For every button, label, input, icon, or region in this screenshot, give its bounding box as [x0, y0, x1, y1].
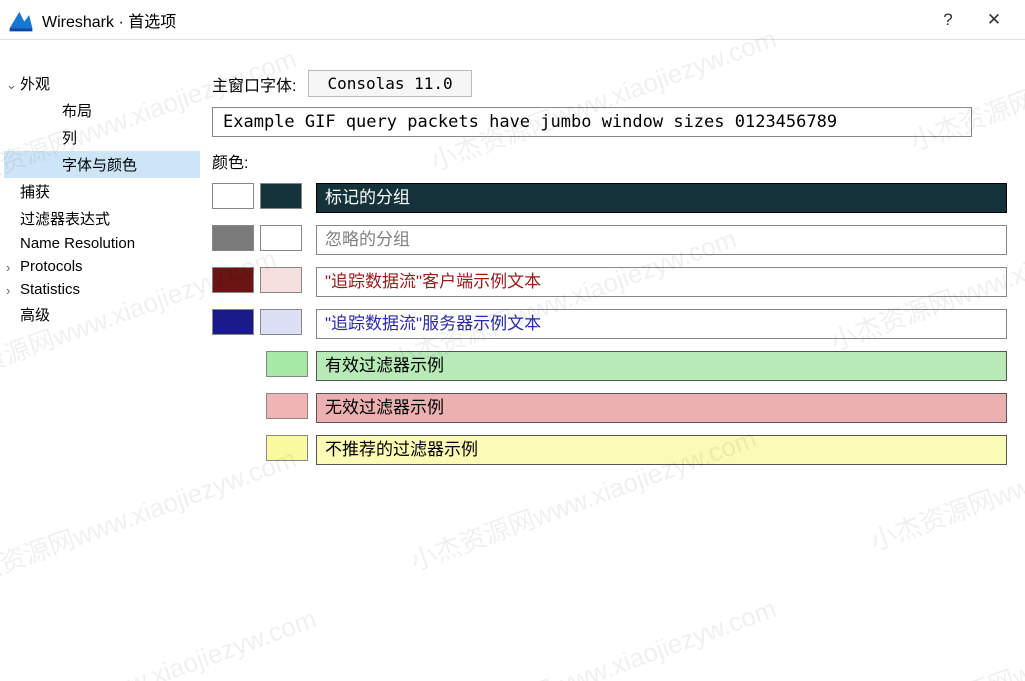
- filter-color-row: 不推荐的过滤器示例: [212, 435, 1007, 465]
- color-sample: 忽略的分组: [316, 225, 1007, 255]
- filter-sample: 无效过滤器示例: [316, 393, 1007, 423]
- titlebar: Wireshark · 首选项 ? ✕: [0, 0, 1025, 40]
- tree-item-布局[interactable]: 布局: [4, 97, 200, 124]
- color-row: "追踪数据流"服务器示例文本: [212, 309, 1007, 339]
- filter-swatch[interactable]: [266, 435, 308, 461]
- tree-item-label: Name Resolution: [20, 235, 135, 252]
- main-panel: 主窗口字体: Consolas 11.0 Example GIF query p…: [200, 70, 1025, 681]
- filter-swatch[interactable]: [266, 351, 308, 377]
- tree-item-statistics[interactable]: ›Statistics: [4, 278, 200, 301]
- tree-item-label: 字体与颜色: [62, 157, 137, 174]
- body: ⌄外观布局列字体与颜色捕获过滤器表达式Name Resolution›Proto…: [0, 40, 1025, 681]
- color-sample: "追踪数据流"客户端示例文本: [316, 267, 1007, 297]
- font-picker-button[interactable]: Consolas 11.0: [308, 70, 471, 97]
- tree-item-label: 列: [62, 130, 77, 147]
- tree-item-列[interactable]: 列: [4, 124, 200, 151]
- tree-item-label: Statistics: [20, 281, 80, 298]
- close-button[interactable]: ✕: [971, 10, 1017, 30]
- bg-swatch[interactable]: [260, 309, 302, 335]
- color-row: 标记的分组: [212, 183, 1007, 213]
- bg-swatch[interactable]: [260, 183, 302, 209]
- font-preview: Example GIF query packets have jumbo win…: [212, 107, 972, 137]
- expander-icon[interactable]: ›: [6, 283, 20, 298]
- window-title: Wireshark · 首选项: [42, 8, 925, 32]
- wireshark-icon: [8, 7, 34, 33]
- preferences-tree: ⌄外观布局列字体与颜色捕获过滤器表达式Name Resolution›Proto…: [4, 70, 200, 328]
- fg-swatch[interactable]: [212, 225, 254, 251]
- color-sample: 标记的分组: [316, 183, 1007, 213]
- fg-swatch[interactable]: [212, 183, 254, 209]
- filter-sample: 有效过滤器示例: [316, 351, 1007, 381]
- tree-item-label: 高级: [20, 307, 50, 324]
- font-row: 主窗口字体: Consolas 11.0: [212, 70, 1007, 97]
- fg-swatch[interactable]: [212, 267, 254, 293]
- fg-swatch[interactable]: [212, 309, 254, 335]
- expander-icon[interactable]: ⌄: [6, 77, 20, 93]
- bg-swatch[interactable]: [260, 225, 302, 251]
- sidebar: ⌄外观布局列字体与颜色捕获过滤器表达式Name Resolution›Proto…: [0, 70, 200, 681]
- color-row: "追踪数据流"客户端示例文本: [212, 267, 1007, 297]
- filter-swatch[interactable]: [266, 393, 308, 419]
- tree-item-label: 布局: [62, 103, 92, 120]
- color-sample: "追踪数据流"服务器示例文本: [316, 309, 1007, 339]
- bg-swatch[interactable]: [260, 267, 302, 293]
- filter-color-row: 无效过滤器示例: [212, 393, 1007, 423]
- tree-item-外观[interactable]: ⌄外观: [4, 70, 200, 97]
- font-label: 主窗口字体:: [212, 72, 296, 96]
- tree-item-label: Protocols: [20, 258, 83, 275]
- filter-color-row: 有效过滤器示例: [212, 351, 1007, 381]
- help-button[interactable]: ?: [925, 10, 971, 30]
- filter-sample: 不推荐的过滤器示例: [316, 435, 1007, 465]
- expander-icon[interactable]: ›: [6, 260, 20, 275]
- tree-item-name-resolution[interactable]: Name Resolution: [4, 232, 200, 255]
- color-row: 忽略的分组: [212, 225, 1007, 255]
- colors-label: 颜色:: [212, 149, 1007, 173]
- tree-item-高级[interactable]: 高级: [4, 301, 200, 328]
- tree-item-label: 过滤器表达式: [20, 211, 110, 228]
- tree-item-过滤器表达式[interactable]: 过滤器表达式: [4, 205, 200, 232]
- tree-item-捕获[interactable]: 捕获: [4, 178, 200, 205]
- tree-item-label: 捕获: [20, 184, 50, 201]
- tree-item-label: 外观: [20, 76, 50, 93]
- tree-item-protocols[interactable]: ›Protocols: [4, 255, 200, 278]
- tree-item-字体与颜色[interactable]: 字体与颜色: [4, 151, 200, 178]
